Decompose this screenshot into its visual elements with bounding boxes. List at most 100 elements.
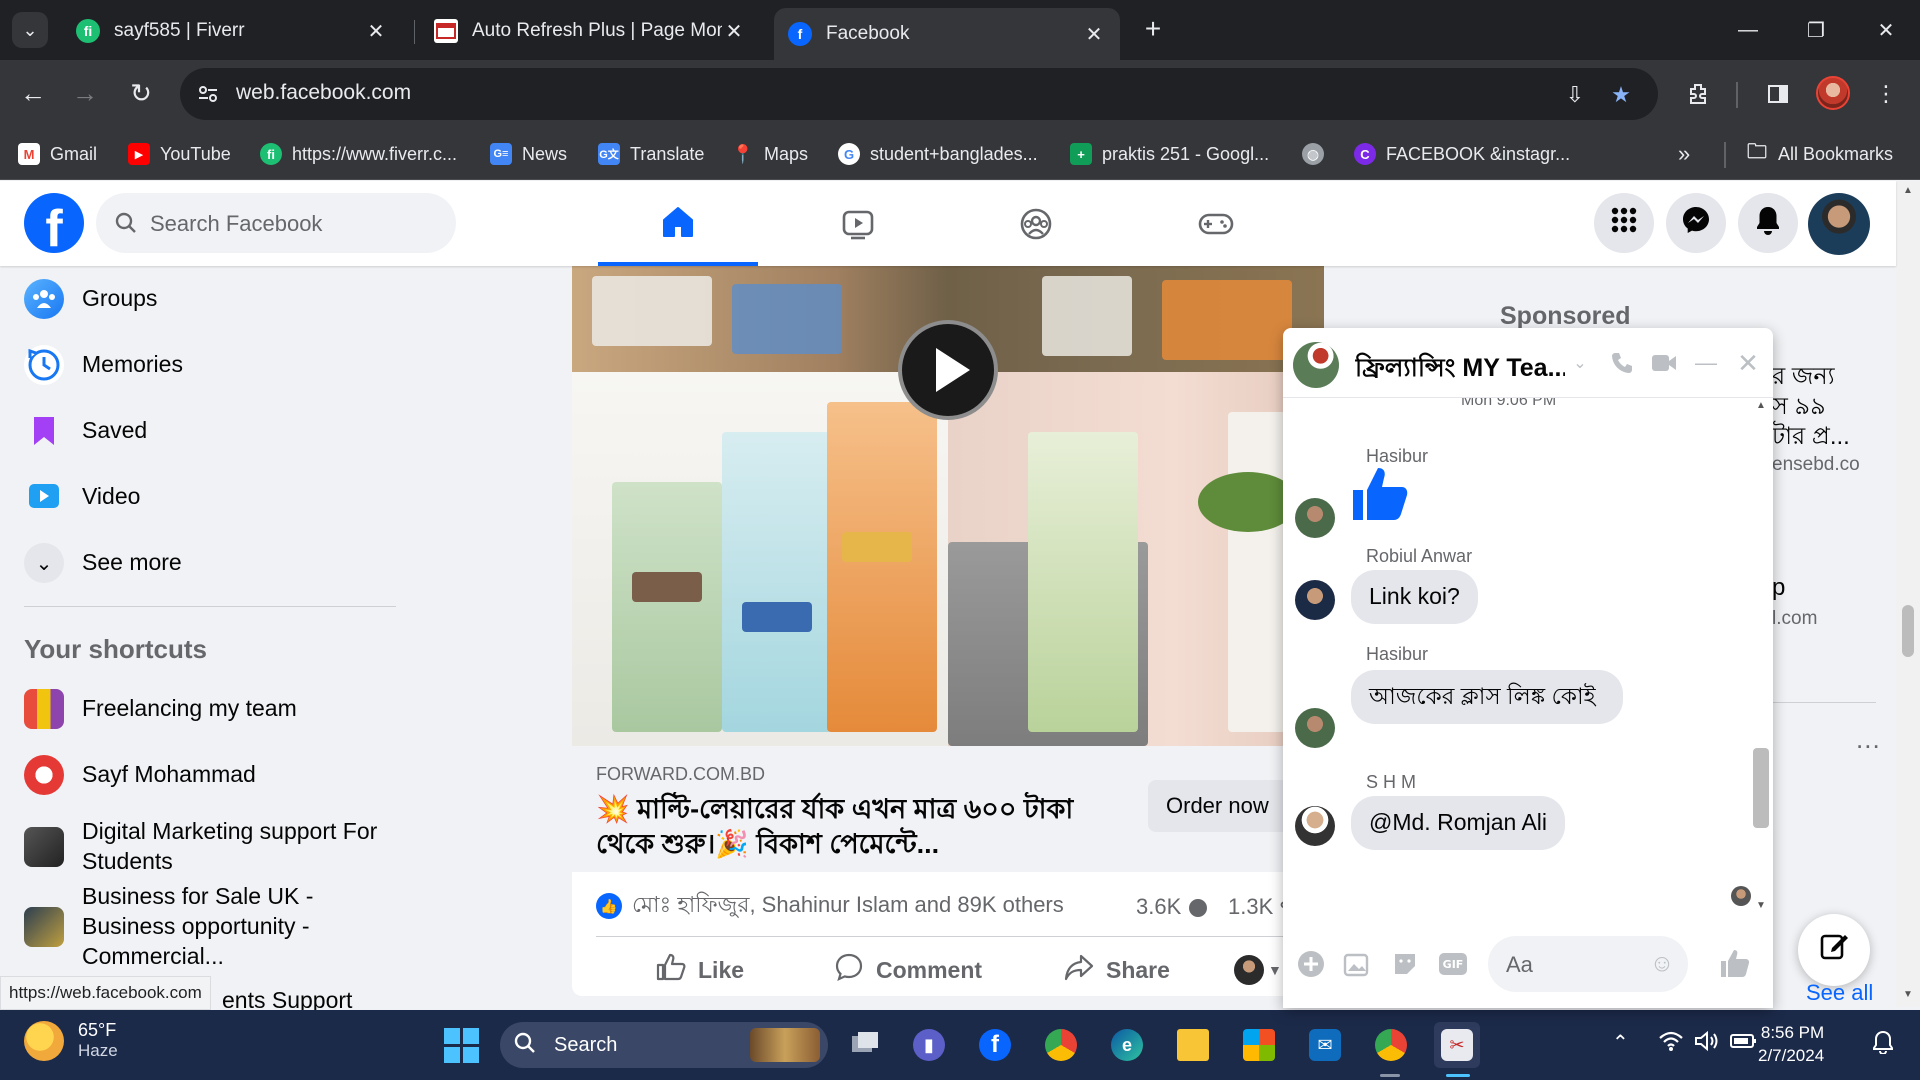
back-button[interactable]: ←: [12, 72, 54, 114]
sender-avatar[interactable]: [1295, 498, 1335, 538]
minimize-chat-icon[interactable]: —: [1691, 348, 1721, 378]
account-avatar[interactable]: [1808, 193, 1870, 255]
ad-link-preview[interactable]: FORWARD.COM.BD 💥 মাল্টি-লেয়ারের র্যাক এ…: [572, 746, 1324, 872]
sender-avatar[interactable]: [1295, 806, 1335, 846]
like-button[interactable]: Like: [656, 948, 744, 992]
scroll-up-icon[interactable]: ▲: [1902, 185, 1914, 196]
sender-avatar[interactable]: [1295, 708, 1335, 748]
minimize-button[interactable]: —: [1728, 12, 1768, 48]
message-bubble[interactable]: @Md. Romjan Ali: [1351, 796, 1566, 850]
show-hidden-icons[interactable]: ⌃: [1612, 1030, 1629, 1055]
battery-icon[interactable]: [1730, 1030, 1758, 1056]
task-view-button[interactable]: [842, 1022, 888, 1068]
site-info-icon[interactable]: [194, 80, 222, 108]
plus-circle-icon[interactable]: [1295, 948, 1327, 980]
bookmark-google-search[interactable]: G student+banglades...: [838, 140, 1038, 168]
sidebar-item-saved[interactable]: Saved: [16, 402, 406, 460]
taskbar-file-explorer[interactable]: [1170, 1022, 1216, 1068]
wifi-icon[interactable]: [1658, 1030, 1684, 1058]
photo-icon[interactable]: [1341, 948, 1373, 980]
shortcut-digital-marketing[interactable]: Digital Marketing support For Students: [16, 812, 406, 882]
shortcut-business-for-sale[interactable]: Business for Sale UK - Business opportun…: [16, 883, 406, 969]
video-call-icon[interactable]: [1649, 348, 1679, 378]
send-like-icon[interactable]: [1719, 948, 1751, 980]
chat-group-avatar[interactable]: [1293, 342, 1339, 388]
chat-header[interactable]: ফ্রিল্যান্সিং MY Tea... ⌄ — ✕: [1283, 328, 1773, 398]
tab-search-button[interactable]: ⌄: [12, 12, 48, 48]
taskbar-chrome[interactable]: [1368, 1022, 1414, 1068]
restore-button[interactable]: ❐: [1796, 12, 1836, 48]
message-input[interactable]: Aa ☺: [1488, 936, 1688, 992]
start-button[interactable]: [438, 1022, 484, 1068]
extensions-icon[interactable]: [1678, 74, 1718, 114]
reload-button[interactable]: ↻: [120, 72, 162, 114]
react-as-selector[interactable]: ▼: [1234, 948, 1282, 992]
close-icon[interactable]: ✕: [722, 19, 746, 44]
sticker-icon[interactable]: [1389, 948, 1421, 980]
scroll-down-icon[interactable]: ▼: [1902, 989, 1914, 1000]
taskbar-facebook[interactable]: f: [972, 1022, 1018, 1068]
bookmark-translate[interactable]: G文 Translate: [598, 140, 704, 168]
close-chat-icon[interactable]: ✕: [1733, 348, 1763, 378]
scrollbar-thumb[interactable]: [1902, 605, 1914, 657]
teams-chat-button[interactable]: ▮: [906, 1022, 952, 1068]
nav-video[interactable]: [778, 181, 938, 266]
side-panel-icon[interactable]: [1758, 74, 1798, 114]
weather-widget[interactable]: 65°F Haze: [24, 1020, 118, 1061]
taskbar-mail[interactable]: ✉: [1302, 1022, 1348, 1068]
scroll-up-icon[interactable]: ▲: [1753, 400, 1769, 411]
forward-button[interactable]: →: [64, 72, 106, 114]
address-bar[interactable]: web.facebook.com ⇩ ★: [180, 68, 1658, 120]
nav-gaming[interactable]: [1136, 181, 1296, 266]
sidebar-item-see-more[interactable]: ⌄ See more: [16, 534, 406, 592]
sidebar-item-video[interactable]: Video: [16, 468, 406, 526]
phone-icon[interactable]: [1607, 348, 1637, 378]
bookmark-canva[interactable]: C FACEBOOK &instagr...: [1354, 140, 1570, 168]
chat-group-name[interactable]: ফ্রিল্যান্সিং MY Tea...: [1355, 348, 1565, 391]
bookmark-sheets[interactable]: + praktis 251 - Googl...: [1070, 140, 1269, 168]
tab-facebook[interactable]: f Facebook ✕: [774, 8, 1120, 60]
message-bubble[interactable]: Link koi?: [1351, 570, 1478, 624]
shortcut-sayf-mohammad[interactable]: Sayf Mohammad: [16, 746, 406, 804]
bookmark-youtube[interactable]: ▶ YouTube: [128, 140, 231, 168]
share-button[interactable]: Share: [1064, 948, 1170, 992]
more-menu-icon[interactable]: ⋮: [1866, 74, 1906, 114]
facebook-logo[interactable]: f: [24, 193, 84, 253]
sidebar-item-groups[interactable]: Groups: [16, 270, 406, 328]
profile-avatar[interactable]: [1816, 76, 1850, 110]
emoji-icon[interactable]: ☺: [1646, 948, 1678, 980]
shortcut-freelancing-my-team[interactable]: Freelancing my team: [16, 680, 406, 738]
more-bookmarks-button[interactable]: »: [1678, 140, 1690, 168]
notification-center-icon[interactable]: [1872, 1030, 1894, 1060]
taskbar-chrome-profile[interactable]: [1038, 1022, 1084, 1068]
play-icon[interactable]: [898, 320, 998, 420]
sidebar-item-memories[interactable]: Memories: [16, 336, 406, 394]
scroll-down-icon[interactable]: ▼: [1753, 900, 1769, 911]
taskbar-snipping-tool[interactable]: ✂: [1434, 1022, 1480, 1068]
nav-home[interactable]: [598, 181, 758, 266]
sender-avatar[interactable]: [1295, 580, 1335, 620]
url-text[interactable]: web.facebook.com: [236, 81, 411, 105]
nav-groups[interactable]: [956, 181, 1116, 266]
scrollbar-thumb[interactable]: [1753, 748, 1769, 828]
gif-icon[interactable]: GIF: [1437, 948, 1469, 980]
close-icon[interactable]: ✕: [364, 19, 388, 44]
bookmark-fiverr[interactable]: fi https://www.fiverr.c...: [260, 140, 457, 168]
bookmark-star-icon[interactable]: ★: [1606, 80, 1636, 110]
system-clock[interactable]: 8:56 PM 2/7/2024: [1758, 1022, 1824, 1068]
taskbar-search[interactable]: Search: [500, 1022, 828, 1068]
see-all-link[interactable]: See all: [1806, 980, 1873, 1006]
all-bookmarks-button[interactable]: 🗀 All Bookmarks: [1746, 140, 1893, 168]
close-window-button[interactable]: ✕: [1866, 12, 1906, 48]
messenger-button[interactable]: [1666, 193, 1726, 253]
taskbar-edge[interactable]: e: [1104, 1022, 1150, 1068]
comment-button[interactable]: Comment: [834, 948, 982, 992]
reactions-summary[interactable]: 👍 মোঃ হাফিজুর, Shahinur Islam and 89K ot…: [596, 886, 1064, 926]
menu-button[interactable]: [1594, 193, 1654, 253]
tab-auto-refresh[interactable]: Auto Refresh Plus | Page Monito ✕: [420, 8, 760, 54]
taskbar-store[interactable]: [1236, 1022, 1282, 1068]
notifications-button[interactable]: [1738, 193, 1798, 253]
sponsored-ad-text[interactable]: টার প্র...: [1772, 418, 1850, 458]
sponsored-ad-text[interactable]: p: [1772, 574, 1785, 602]
page-scrollbar[interactable]: ▲ ▼: [1896, 181, 1920, 1007]
